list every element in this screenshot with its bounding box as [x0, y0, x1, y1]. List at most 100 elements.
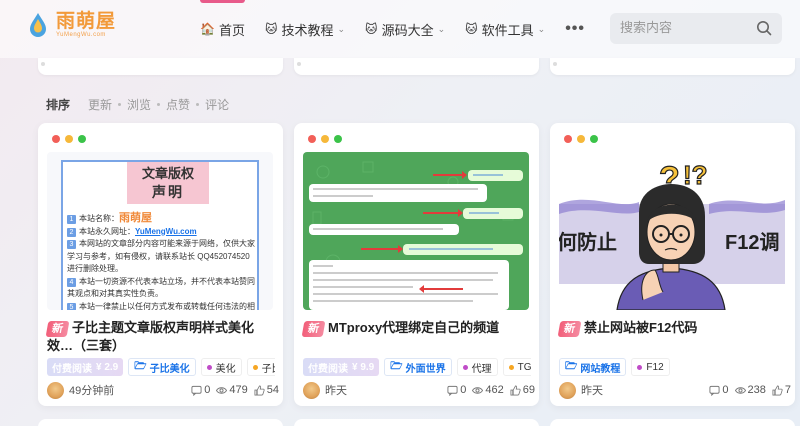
avatar[interactable] — [47, 381, 64, 399]
nav-label: 技术教程 — [281, 22, 334, 38]
tag-chip[interactable]: 美化 — [200, 358, 242, 376]
separator-dot — [157, 103, 161, 106]
folder-icon: 🗁 — [390, 360, 403, 372]
tag-dot-icon — [206, 364, 212, 370]
nav-item-source-code[interactable]: 🐱 源码大全 ⌄ — [365, 0, 445, 58]
previous-row-card — [294, 58, 539, 75]
green-dot-icon — [590, 135, 598, 143]
search-input[interactable] — [620, 20, 750, 35]
chevron-down-icon: ⌄ — [337, 23, 346, 34]
window-dots — [564, 135, 603, 143]
post-card[interactable]: ? !? 何防止 F12调 新 禁止网站被F12代码 🗁 网站教程 F12 昨天… — [550, 123, 795, 406]
category-chip[interactable]: 🗁 外面世界 — [384, 358, 452, 376]
doc-text: 本站名称： — [79, 214, 119, 223]
category-label: 网站教程 — [580, 363, 621, 375]
doc-text: 本站一律禁止以任何方式发布或转载任何违法的相关 — [79, 301, 255, 311]
sort-option-updated[interactable]: 更新 — [88, 96, 112, 113]
comment-count: 0 — [447, 384, 466, 396]
post-title-text: 禁止网站被F12代码 — [584, 320, 698, 335]
search-icon[interactable] — [756, 20, 772, 36]
previous-row-card — [38, 58, 283, 75]
view-count: 462 — [472, 384, 504, 396]
main-nav: 🏠 首页 🐱 技术教程 ⌄ 🐱 源码大全 ⌄ 🐱 软件工具 ⌄ ••• — [200, 0, 585, 58]
tag-dot-icon — [252, 364, 258, 370]
house-icon: 🏠 — [200, 22, 215, 36]
previous-row-card — [550, 58, 795, 75]
tag-chip[interactable]: 代理 — [456, 358, 498, 376]
post-card[interactable]: 文章版权 声明 1 本站名称：雨萌屋 2 本站永久网址：YuMengWu.com 3… — [38, 123, 283, 406]
doc-number: 3 — [67, 240, 76, 249]
window-dots — [52, 135, 91, 143]
like-count[interactable]: 54 — [254, 384, 279, 396]
comment-count-value: 0 — [460, 384, 467, 396]
sort-option-views[interactable]: 浏览 — [127, 96, 151, 113]
tag-label: 美化 — [215, 363, 236, 375]
view-count-value: 479 — [229, 384, 248, 396]
post-card[interactable]: 新 MTproxy代理绑定自己的频道 付费阅读 ¥ 9.9 🗁 外面世界 代理 TG … — [294, 123, 539, 406]
post-time: 49分钟前 — [69, 385, 115, 397]
nav-label: 软件工具 — [481, 22, 534, 38]
site-logo[interactable]: 雨萌屋 YuMengWu.com — [28, 12, 116, 38]
f12-banner-image: ? !? 何防止 F12调 — [559, 152, 785, 310]
thumbs-up-icon — [510, 385, 521, 395]
post-thumbnail[interactable] — [303, 152, 529, 310]
post-title-text: 子比主题文章版权声明样式美化效…（三套） — [47, 320, 255, 353]
like-count[interactable]: 69 — [510, 384, 535, 396]
post-title[interactable]: 新 MTproxy代理绑定自己的频道 — [301, 319, 531, 337]
sort-option-likes[interactable]: 点赞 — [166, 96, 190, 113]
comment-icon — [447, 385, 458, 396]
price-value: ¥ 2.9 — [96, 361, 119, 373]
doc-heading-line: 声明 — [152, 184, 184, 200]
search-box — [610, 13, 782, 44]
view-count: 479 — [216, 384, 248, 396]
new-badge: 新 — [301, 321, 326, 337]
nav-item-software[interactable]: 🐱 软件工具 ⌄ — [465, 0, 545, 58]
comment-icon — [191, 385, 202, 396]
post-thumbnail[interactable]: ? !? 何防止 F12调 — [559, 152, 785, 310]
category-chip[interactable]: 🗁 网站教程 — [559, 358, 627, 376]
doc-number: 2 — [67, 227, 76, 237]
tag-dot-icon — [637, 364, 643, 370]
doc-heading: 文章版权 声明 — [127, 162, 209, 204]
comment-count: 0 — [709, 384, 729, 396]
like-count-value: 69 — [522, 384, 535, 396]
nav-label: 首页 — [218, 22, 245, 38]
thumbs-up-icon — [254, 385, 265, 395]
new-badge: 新 — [45, 321, 70, 337]
more-menu-icon[interactable]: ••• — [565, 20, 585, 38]
svg-text:!?: !? — [683, 160, 708, 190]
post-tags: 付费阅读 ¥ 2.9 🗁子比美化 美化 子比 — [47, 358, 275, 378]
post-thumbnail[interactable]: 文章版权 声明 1 本站名称：雨萌屋 2 本站永久网址：YuMengWu.com 3… — [47, 152, 273, 310]
chevron-down-icon: ⌄ — [537, 23, 546, 34]
doc-number: 5 — [67, 302, 76, 310]
folder-icon: 🗁 — [565, 360, 578, 372]
like-count-value: 54 — [266, 384, 279, 396]
yellow-dot-icon — [65, 135, 73, 143]
tag-label: 代理 — [471, 363, 492, 375]
tag-chip[interactable]: F12 — [631, 358, 670, 376]
tag-chip[interactable]: 子比 — [246, 358, 275, 376]
post-title[interactable]: 新子比主题文章版权声明样式美化效…（三套） — [45, 319, 275, 355]
nav-item-tutorials[interactable]: 🐱 技术教程 ⌄ — [265, 0, 345, 58]
like-count[interactable]: 7 — [772, 384, 791, 396]
red-dot-icon — [52, 135, 60, 143]
price-value: ¥ 9.9 — [352, 361, 375, 373]
doc-lines: 1 本站名称：雨萌屋 2 本站永久网址：YuMengWu.com 3 本网站的文章部分… — [67, 212, 257, 310]
thumbs-up-icon — [772, 385, 783, 395]
post-meta: 昨天 0 462 69 — [303, 381, 535, 399]
sort-option-comments[interactable]: 评论 — [205, 96, 229, 113]
tag-chip[interactable]: TG — [502, 358, 531, 376]
sort-label: 排序 — [46, 98, 71, 112]
banner-text-right: F12调 — [725, 232, 780, 254]
category-chip[interactable]: 🗁 子比美化 — [128, 358, 196, 376]
post-title[interactable]: 新禁止网站被F12代码 — [557, 319, 787, 337]
window-dots — [308, 135, 347, 143]
yellow-dot-icon — [321, 135, 329, 143]
doc-text: 本站永久网址： — [79, 226, 135, 236]
nav-item-home[interactable]: 🏠 首页 — [200, 0, 245, 58]
avatar[interactable] — [559, 381, 576, 399]
post-tags: 付费阅读 ¥ 9.9 🗁 外面世界 代理 TG — [303, 358, 531, 378]
doc-page: 文章版权 声明 1 本站名称：雨萌屋 2 本站永久网址：YuMengWu.com 3… — [61, 160, 259, 310]
avatar[interactable] — [303, 381, 320, 399]
post-time: 昨天 — [325, 385, 347, 397]
